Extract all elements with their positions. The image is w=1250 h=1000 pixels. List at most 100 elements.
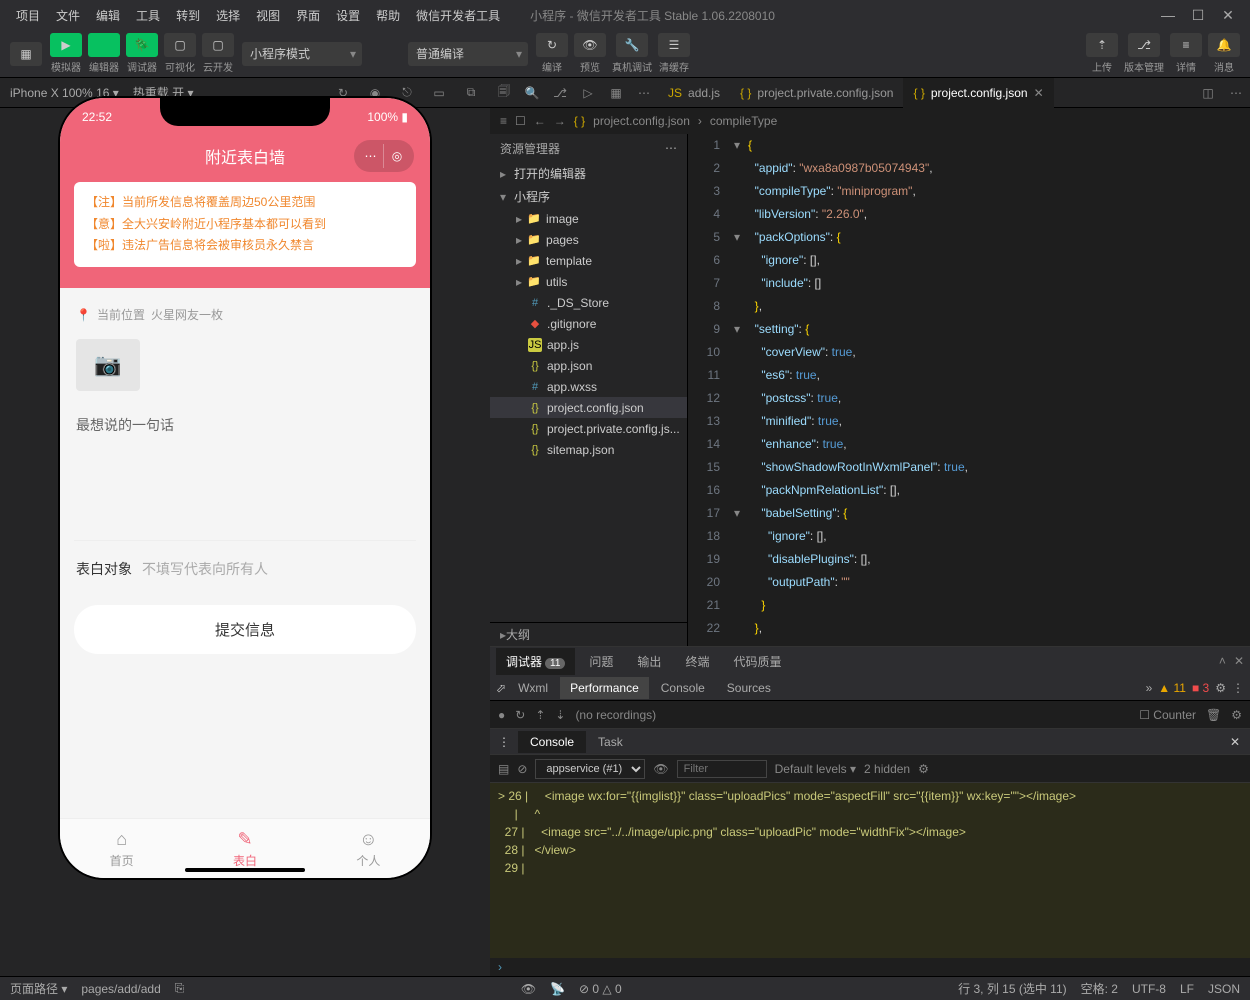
page-path-label[interactable]: 页面路径 ▾ [10, 980, 67, 997]
tool-云开发[interactable]: ▢ [202, 33, 234, 57]
record-icon[interactable]: ● [498, 708, 505, 722]
app-icon[interactable]: ▦ [10, 42, 42, 66]
fold-icon[interactable] [734, 272, 748, 295]
action-清缓存[interactable]: ☰ [658, 33, 690, 57]
minimize-icon[interactable]: — [1154, 7, 1182, 23]
levels-select[interactable]: Default levels ▾ [775, 762, 856, 776]
menu-文件[interactable]: 文件 [48, 5, 88, 27]
action-编译[interactable]: ↻ [536, 33, 568, 57]
detach-icon[interactable]: ⧉ [462, 85, 480, 100]
broadcast-icon[interactable]: 📡 [550, 982, 565, 996]
more-icon[interactable]: » [1146, 681, 1153, 695]
error-count[interactable]: ■ 3 [1192, 681, 1209, 695]
menu-工具[interactable]: 工具 [128, 5, 168, 27]
fold-icon[interactable] [734, 548, 748, 571]
breadcrumb-file[interactable]: project.config.json [593, 114, 690, 128]
panel-tab-终端[interactable]: 终端 [675, 648, 719, 675]
phone-simulator[interactable]: 22:52 100% ▮ 附近表白墙 ⋯◎ 【注】当前所发信息将覆盖周边50公里… [60, 98, 430, 878]
inspect-icon[interactable]: ⬀ [496, 681, 506, 695]
capsule[interactable]: ⋯◎ [354, 140, 414, 172]
fold-icon[interactable] [734, 479, 748, 502]
tree-item[interactable]: ▸📁utils [490, 271, 687, 292]
fold-icon[interactable] [734, 249, 748, 272]
more-icon[interactable]: ⋮ [1232, 681, 1244, 695]
tree-item[interactable]: {}project.private.config.js... [490, 418, 687, 439]
tree-item[interactable]: ◆.gitignore [490, 313, 687, 334]
menu-icon[interactable]: ⋯ [358, 144, 384, 168]
fold-icon[interactable] [734, 180, 748, 203]
panel-tab-问题[interactable]: 问题 [579, 648, 623, 675]
camera-upload[interactable]: 📷 [76, 339, 140, 391]
tool-可视化[interactable]: ▢ [164, 33, 196, 57]
eye-icon[interactable]: 👁 [653, 762, 668, 776]
devtab-Wxml[interactable]: Wxml [508, 677, 558, 699]
clear-icon[interactable]: ⊘ [517, 762, 527, 776]
scm-icon[interactable]: ⎇ [546, 86, 574, 100]
compile-select[interactable]: 普通编译 [408, 42, 528, 66]
fold-icon[interactable] [734, 594, 748, 617]
close-icon[interactable]: ✕ [1220, 735, 1250, 749]
sidebar-icon[interactable]: ▤ [498, 762, 509, 776]
breadcrumb-symbol[interactable]: compileType [710, 114, 777, 128]
panel-tab-调试器[interactable]: 调试器11 [496, 648, 575, 675]
fold-icon[interactable] [734, 433, 748, 456]
tree-item[interactable]: JSapp.js [490, 334, 687, 355]
encoding[interactable]: UTF-8 [1132, 982, 1166, 996]
maximize-icon[interactable]: ☐ [1184, 7, 1212, 24]
tree-item[interactable]: {}sitemap.json [490, 439, 687, 460]
outline-section[interactable]: 大纲 [490, 622, 687, 646]
tree-item[interactable]: ▸📁pages [490, 229, 687, 250]
eol[interactable]: LF [1180, 982, 1194, 996]
location-row[interactable]: 📍 当前位置 火星网友一枚 [74, 300, 416, 329]
gear-icon[interactable]: ⚙ [918, 762, 929, 776]
more-icon[interactable]: ⋯ [665, 141, 677, 155]
right-详情[interactable]: ≡ [1170, 33, 1202, 57]
tab-个人[interactable]: ☺个人 [307, 819, 430, 878]
devtab-Sources[interactable]: Sources [717, 677, 781, 699]
search-icon[interactable]: 🔍 [518, 86, 546, 100]
devtab-Performance[interactable]: Performance [560, 677, 649, 699]
tree-item[interactable]: #._DS_Store [490, 292, 687, 313]
close-icon[interactable]: ✕ [1034, 86, 1044, 100]
ext-icon[interactable]: ▦ [602, 86, 630, 100]
trash-icon[interactable]: 🗑 [1206, 708, 1221, 722]
fold-icon[interactable] [734, 364, 748, 387]
hidden-count[interactable]: 2 hidden [864, 762, 910, 776]
gear-icon[interactable]: ⚙ [1231, 708, 1242, 722]
fold-icon[interactable] [734, 387, 748, 410]
filter-input[interactable] [677, 760, 767, 778]
drawer-icon[interactable]: ⋮ [490, 735, 518, 749]
tab-console[interactable]: Console [518, 731, 586, 753]
reload-icon[interactable]: ↻ [515, 708, 525, 722]
action-预览[interactable]: 👁 [574, 33, 606, 57]
menu-设置[interactable]: 设置 [328, 5, 368, 27]
close-icon[interactable]: ✕ [1234, 654, 1244, 668]
download-icon[interactable]: ⇣ [555, 708, 565, 722]
tool-模拟器[interactable]: ▶ [50, 33, 82, 57]
fold-icon[interactable] [734, 410, 748, 433]
cursor-position[interactable]: 行 3, 列 15 (选中 11) [958, 980, 1066, 997]
menu-项目[interactable]: 项目 [8, 5, 48, 27]
split-icon[interactable]: ◫ [1194, 86, 1222, 100]
menu-帮助[interactable]: 帮助 [368, 5, 408, 27]
fold-icon[interactable] [734, 295, 748, 318]
devtab-Console[interactable]: Console [651, 677, 715, 699]
submit-button[interactable]: 提交信息 [74, 605, 416, 654]
fold-icon[interactable] [734, 571, 748, 594]
fold-icon[interactable]: ▾ [734, 502, 748, 525]
more-icon[interactable]: ⋯ [1222, 86, 1250, 100]
fold-icon[interactable] [734, 157, 748, 180]
tab-task[interactable]: Task [586, 731, 635, 753]
panel-tab-代码质量[interactable]: 代码质量 [723, 648, 791, 675]
tool-调试器[interactable]: 🪲 [126, 33, 158, 57]
fold-icon[interactable] [734, 203, 748, 226]
fold-icon[interactable] [734, 617, 748, 640]
target-icon[interactable]: ◎ [384, 144, 410, 168]
toggle-icon[interactable]: ≡ [500, 114, 507, 128]
editor-tab[interactable]: { }project.config.json✕ [903, 78, 1053, 108]
fold-icon[interactable] [734, 341, 748, 364]
message-input[interactable]: 最想说的一句话 [74, 401, 416, 541]
fold-icon[interactable]: ▾ [734, 318, 748, 341]
tab-首页[interactable]: ⌂首页 [60, 819, 183, 878]
section-project[interactable]: 小程序 [490, 185, 687, 208]
